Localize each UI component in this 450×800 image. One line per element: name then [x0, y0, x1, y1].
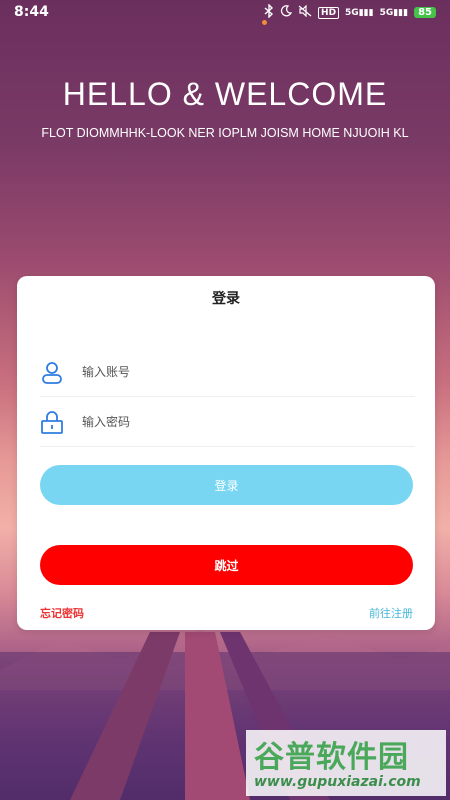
status-bar: 8:44 HD 5G▮▮▮ 5G▮▮▮ 85 — [0, 0, 450, 26]
status-icons: HD 5G▮▮▮ 5G▮▮▮ 85 — [264, 3, 436, 21]
watermark-url: www.gupuxiazai.com — [254, 774, 421, 790]
welcome-title: HELLO & WELCOME — [62, 76, 388, 112]
account-input[interactable] — [80, 364, 384, 380]
register-link[interactable]: 前往注册 — [369, 605, 413, 621]
forgot-password-link[interactable]: 忘记密码 — [40, 605, 84, 621]
watermark-brand: 谷普软件园 — [254, 740, 409, 775]
account-field — [40, 348, 415, 397]
bluetooth-icon — [264, 3, 274, 21]
login-card: 登录 登录 跳过 忘记密码 前往注册 — [17, 276, 435, 630]
watermark: 谷普软件园 www.gupuxiazai.com — [246, 730, 446, 796]
network-label-2: 5G — [379, 7, 394, 18]
status-time: 8:44 — [14, 4, 49, 20]
welcome-subtitle: FLOT DIOMMHHK-LOOK NER IOPLM JOISM HOME … — [41, 126, 409, 140]
login-card-title: 登录 — [212, 291, 240, 307]
password-field — [40, 398, 415, 447]
network-5g-1: 5G▮▮▮ — [345, 7, 374, 18]
network-label-1: 5G — [345, 7, 359, 18]
login-button[interactable]: 登录 — [40, 465, 413, 505]
password-input[interactable] — [80, 414, 384, 430]
user-icon — [40, 360, 64, 384]
network-5g-2: 5G▮▮▮ — [379, 7, 409, 18]
hd-badge: HD — [318, 6, 340, 19]
skip-button[interactable]: 跳过 — [40, 545, 413, 585]
battery-indicator: 85 — [414, 7, 436, 18]
lock-icon — [40, 410, 64, 434]
moon-icon — [280, 5, 293, 20]
mute-icon — [298, 4, 312, 20]
